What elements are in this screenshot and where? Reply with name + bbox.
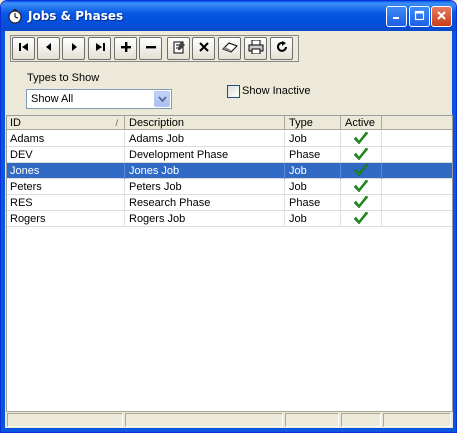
show-inactive-label: Show Inactive (242, 85, 311, 97)
edit-icon (172, 40, 186, 57)
column-header-active-label: Active (345, 117, 375, 129)
grid-header: ID / Description Type Active (7, 116, 452, 130)
jobs-grid: ID / Description Type Active Adams Adams … (6, 115, 453, 428)
status-cell (285, 413, 339, 427)
refresh-icon (276, 41, 288, 56)
maximize-button[interactable] (409, 6, 430, 27)
printer-icon (248, 39, 264, 57)
cell-type: Phase (286, 195, 341, 211)
maximize-icon (414, 10, 425, 24)
plus-icon (120, 42, 131, 55)
cell-description: Adams Job (126, 131, 285, 147)
status-cell (341, 413, 381, 427)
close-button[interactable] (431, 6, 452, 27)
next-record-button[interactable] (62, 37, 85, 60)
types-to-show-select[interactable]: Show All (26, 89, 172, 109)
first-icon (18, 42, 30, 55)
cell-id: Jones (7, 163, 125, 179)
window-frame-left (1, 31, 5, 432)
minimize-icon (391, 10, 402, 24)
status-bar (6, 411, 453, 428)
table-row[interactable]: Peters Peters Job Job (7, 179, 452, 195)
column-header-type[interactable]: Type (286, 116, 341, 130)
cell-description: Research Phase (126, 195, 285, 211)
cell-type: Job (286, 179, 341, 195)
last-icon (94, 42, 106, 55)
cell-type: Job (286, 211, 341, 227)
cell-id: Peters (7, 179, 125, 195)
x-icon (198, 42, 209, 55)
last-record-button[interactable] (88, 37, 111, 60)
column-header-id[interactable]: ID / (7, 116, 125, 130)
show-inactive-checkbox[interactable] (227, 85, 240, 98)
title-bar[interactable]: Jobs & Phases (1, 1, 456, 31)
status-cell (383, 413, 451, 427)
column-header-description[interactable]: Description (126, 116, 285, 130)
cell-description: Jones Job (126, 163, 285, 179)
chevron-down-icon (157, 93, 167, 105)
edit-record-button[interactable] (167, 37, 190, 60)
stopwatch-icon (7, 8, 23, 24)
print-button[interactable] (244, 37, 267, 60)
erase-button[interactable] (218, 37, 241, 60)
cell-description: Rogers Job (126, 211, 285, 227)
previous-record-button[interactable] (37, 37, 60, 60)
first-record-button[interactable] (12, 37, 35, 60)
status-cell (7, 413, 123, 427)
table-row[interactable]: DEV Development Phase Phase (7, 147, 452, 163)
cancel-record-button[interactable] (192, 37, 215, 60)
status-cell (125, 413, 283, 427)
cell-id: Adams (7, 131, 125, 147)
refresh-button[interactable] (270, 37, 293, 60)
column-header-type-label: Type (289, 117, 313, 129)
sort-indicator: / (115, 118, 118, 128)
cell-type: Phase (286, 147, 341, 163)
cell-id: DEV (7, 147, 125, 163)
minimize-button[interactable] (386, 6, 407, 27)
remove-record-button[interactable] (139, 37, 162, 60)
types-to-show-label: Types to Show (27, 72, 100, 84)
dropdown-button[interactable] (154, 91, 170, 107)
cell-type: Job (286, 131, 341, 147)
jobs-phases-window: Jobs & Phases Types to Show Show All Sho… (0, 0, 457, 433)
column-header-active[interactable]: Active (342, 116, 382, 130)
table-row[interactable]: RES Research Phase Phase (7, 195, 452, 211)
previous-icon (44, 42, 54, 55)
window-title: Jobs & Phases (28, 9, 124, 23)
add-record-button[interactable] (114, 37, 137, 60)
record-toolbar (10, 35, 299, 62)
cell-description: Peters Job (126, 179, 285, 195)
column-header-description-label: Description (129, 117, 185, 129)
close-icon (436, 10, 447, 24)
cell-description: Development Phase (126, 147, 285, 163)
eraser-icon (221, 41, 238, 56)
minus-icon (145, 42, 156, 55)
types-selected-value: Show All (31, 93, 74, 105)
cell-id: RES (7, 195, 125, 211)
table-row[interactable]: Rogers Rogers Job Job (7, 211, 452, 227)
column-header-id-label: ID (10, 117, 21, 129)
cell-type: Job (286, 163, 341, 179)
window-frame-bottom (1, 428, 456, 432)
table-row[interactable]: Jones Jones Job Job (7, 163, 452, 179)
table-row[interactable]: Adams Adams Job Job (7, 131, 452, 147)
cell-id: Rogers (7, 211, 125, 227)
next-icon (69, 42, 79, 55)
active-check-icon (352, 210, 370, 228)
